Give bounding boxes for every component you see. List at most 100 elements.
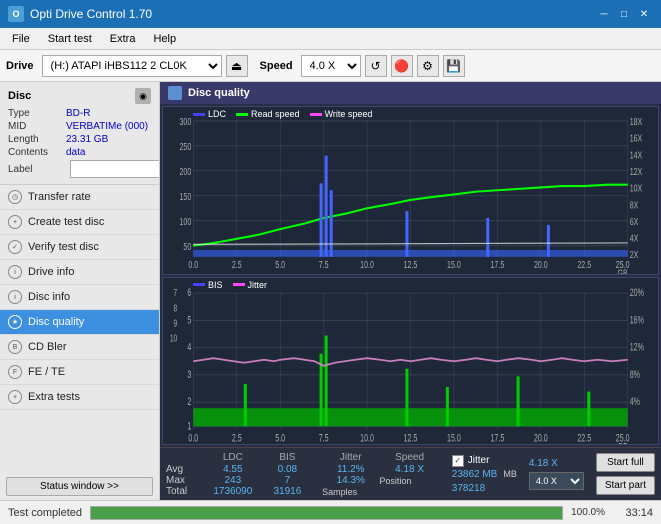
bottom-status-bar: Test completed 100.0% 33:14 (0, 500, 661, 524)
save-button[interactable]: 💾 (443, 55, 465, 77)
jitter-label: Jitter (468, 455, 490, 466)
content-area: Disc quality LDC Read speed (160, 82, 661, 500)
svg-text:150: 150 (180, 191, 192, 202)
svg-text:20.0: 20.0 (534, 432, 548, 444)
menu-file[interactable]: File (4, 31, 38, 47)
bis-legend-color (193, 283, 205, 286)
sidebar-item-disc-quality[interactable]: ★ Disc quality (0, 310, 159, 335)
cd-bler-icon: B (8, 340, 22, 354)
ldc-legend: LDC (193, 109, 226, 119)
speed-header: Speed (379, 451, 439, 464)
svg-text:20.0: 20.0 (534, 259, 548, 270)
start-part-button[interactable]: Start part (596, 476, 655, 495)
sidebar-item-transfer-rate[interactable]: ◷ Transfer rate (0, 185, 159, 210)
sidebar-item-fe-te[interactable]: F FE / TE (0, 360, 159, 385)
status-window-button[interactable]: Status window >> (6, 477, 153, 496)
svg-text:10.0: 10.0 (360, 259, 374, 270)
avg-jitter: 11.2% (322, 464, 379, 475)
stats-row: LDC BIS Jitter Speed Avg 4.55 0.08 11.2%… (160, 447, 661, 500)
speed-select[interactable]: 4.0 X (301, 55, 361, 77)
samples-value: 378218 (452, 483, 485, 494)
main-layout: Disc ◉ Type BD-R MID VERBATIMe (000) Len… (0, 82, 661, 500)
svg-text:12.5: 12.5 (404, 432, 418, 444)
menu-help[interactable]: Help (145, 31, 184, 47)
read-speed-legend-color (236, 113, 248, 116)
burn-button[interactable]: 🔴 (391, 55, 413, 77)
contents-label: Contents (8, 147, 66, 158)
menu-extra[interactable]: Extra (102, 31, 144, 47)
svg-text:6X: 6X (630, 216, 639, 227)
label-input[interactable] (70, 160, 160, 178)
svg-text:10X: 10X (630, 182, 643, 193)
max-bis: 7 (265, 475, 310, 486)
disc-quality-header-icon (168, 86, 182, 100)
max-label: Max (166, 475, 201, 486)
svg-text:200: 200 (180, 166, 192, 177)
type-value: BD-R (66, 108, 90, 119)
svg-text:300: 300 (180, 116, 192, 127)
speed-section: 4.18 X 4.0 X (523, 448, 590, 500)
svg-text:7: 7 (173, 286, 177, 298)
refresh-button[interactable]: ↺ (365, 55, 387, 77)
position-value: 23862 MB (452, 469, 498, 480)
extra-tests-icon: + (8, 390, 22, 404)
stats-speed-select[interactable]: 4.0 X (529, 472, 584, 490)
sidebar: Disc ◉ Type BD-R MID VERBATIMe (000) Len… (0, 82, 160, 500)
sidebar-item-disc-info[interactable]: i Disc info (0, 285, 159, 310)
svg-text:5.0: 5.0 (275, 432, 285, 444)
sidebar-item-extra-tests[interactable]: + Extra tests (0, 385, 159, 410)
sidebar-item-create-test-disc[interactable]: + Create test disc (0, 210, 159, 235)
transfer-rate-icon: ◷ (8, 190, 22, 204)
svg-text:16%: 16% (630, 313, 644, 325)
sidebar-item-verify-test-disc[interactable]: ✓ Verify test disc (0, 235, 159, 260)
menu-start-test[interactable]: Start test (40, 31, 100, 47)
settings-button[interactable]: ⚙ (417, 55, 439, 77)
minimize-button[interactable]: ─ (595, 5, 613, 23)
bis-header: BIS (265, 451, 310, 464)
svg-text:12.5: 12.5 (404, 259, 418, 270)
nav-items: ◷ Transfer rate + Create test disc ✓ Ver… (0, 185, 159, 473)
disc-icon[interactable]: ◉ (135, 88, 151, 104)
svg-text:22.5: 22.5 (577, 432, 591, 444)
svg-text:GB: GB (618, 441, 628, 444)
disc-section-label: Disc (8, 90, 31, 102)
svg-text:8: 8 (173, 301, 177, 313)
jitter-legend: Jitter (233, 280, 268, 290)
svg-text:16X: 16X (630, 133, 643, 144)
length-label: Length (8, 134, 66, 145)
contents-value: data (66, 147, 85, 158)
label-label: Label (8, 164, 66, 175)
start-full-button[interactable]: Start full (596, 453, 655, 472)
write-speed-legend: Write speed (310, 109, 373, 119)
drive-select[interactable]: (H:) ATAPI iHBS112 2 CL0K (42, 55, 222, 77)
progress-text: 100.0% (571, 507, 605, 518)
svg-text:20%: 20% (630, 286, 644, 298)
eject-button[interactable]: ⏏ (226, 55, 248, 77)
svg-text:7.5: 7.5 (319, 259, 329, 270)
svg-text:2: 2 (187, 395, 191, 407)
progress-bar-container (90, 506, 563, 520)
svg-text:5.0: 5.0 (275, 259, 285, 270)
disc-panel: Disc ◉ Type BD-R MID VERBATIMe (000) Len… (0, 82, 159, 185)
svg-text:17.5: 17.5 (491, 259, 505, 270)
total-ldc: 1736090 (201, 486, 265, 497)
close-button[interactable]: ✕ (635, 5, 653, 23)
mid-value: VERBATIMe (000) (66, 121, 148, 132)
status-text: Test completed (8, 507, 82, 519)
jitter-checkbox[interactable]: ✓ (452, 455, 464, 467)
mb-label: MB (503, 469, 517, 480)
sidebar-item-cd-bler[interactable]: B CD Bler (0, 335, 159, 360)
verify-disc-icon: ✓ (8, 240, 22, 254)
svg-text:4%: 4% (630, 395, 640, 407)
svg-text:2.5: 2.5 (232, 432, 242, 444)
sidebar-item-drive-info[interactable]: i Drive info (0, 260, 159, 285)
bottom-chart-svg: 1 2 3 4 5 6 20% 16% 12% 8% 4% 7 8 (163, 278, 658, 445)
maximize-button[interactable]: □ (615, 5, 633, 23)
app-icon: O (8, 6, 24, 22)
svg-text:8%: 8% (630, 368, 640, 380)
max-jitter: 14.3% (322, 475, 379, 486)
avg-ldc: 4.55 (201, 464, 265, 475)
svg-text:5: 5 (187, 313, 191, 325)
speed-value: 4.18 X (529, 458, 558, 469)
drive-label: Drive (6, 60, 34, 72)
